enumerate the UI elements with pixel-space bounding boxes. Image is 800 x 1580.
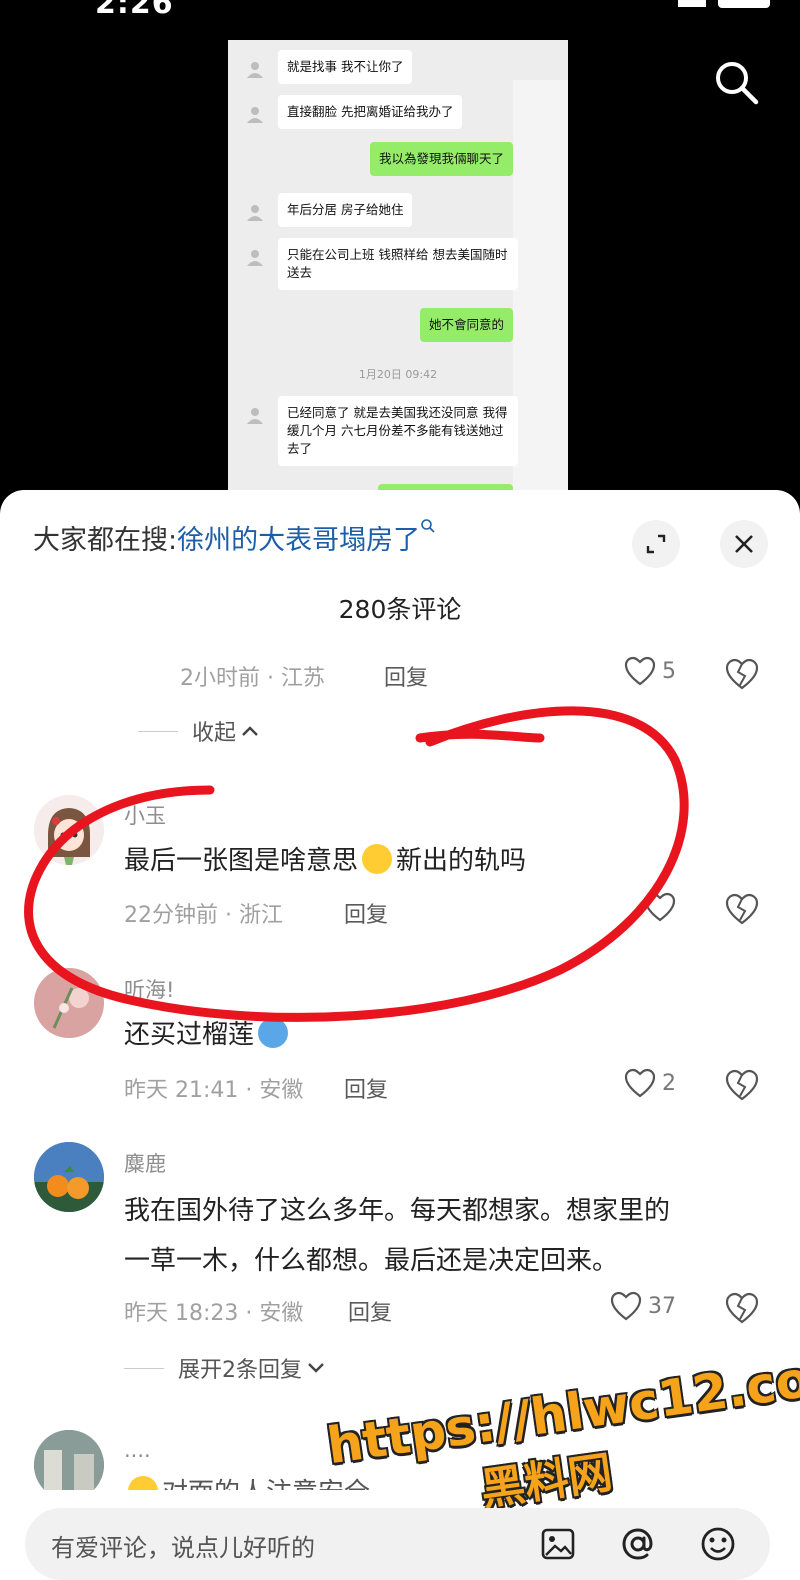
chat-message-left: 只能在公司上班 钱照样给 想去美国随时送去 (246, 238, 518, 290)
like-button[interactable]: 5 (624, 656, 676, 686)
divider (124, 1367, 164, 1369)
broken-heart-icon[interactable] (725, 1291, 759, 1325)
like-count: 2 (662, 1070, 676, 1096)
comment-input-placeholder: 有爱评论，说点儿好听的 (51, 1534, 315, 1562)
chat-bubble: 她不會同意的 (419, 308, 513, 342)
default-avatar-icon (247, 62, 263, 78)
comment-meta: 2小时前 · 江苏 (180, 666, 325, 691)
flower-avatar-image (34, 968, 104, 1038)
search-icon[interactable] (712, 58, 760, 106)
status-time: 2:26 (95, 0, 174, 21)
username[interactable]: 听海! (124, 974, 174, 1004)
image-icon[interactable] (538, 1524, 578, 1564)
like-button[interactable]: 2 (624, 1068, 676, 1098)
background-decoration (513, 80, 568, 500)
comment-text-part: 新出的轨吗 (396, 846, 527, 876)
oranges-avatar-image (34, 1142, 104, 1212)
app-screen: 2:26 就是找事 我不让你了 直接翻脸 先把离婚证给我办了 我以為發現我倆聊天… (0, 0, 800, 1580)
broken-heart-icon[interactable] (725, 892, 759, 926)
chat-message-right: 我以為發現我倆聊天了 (369, 142, 513, 176)
collapse-label: 收起 (192, 721, 237, 746)
divider (138, 730, 178, 732)
default-avatar-icon (247, 250, 263, 266)
search-small-icon (421, 519, 435, 533)
signal-icon (678, 0, 706, 7)
battery-icon (718, 0, 770, 8)
anime-girl-avatar-image (34, 795, 104, 865)
default-avatar-icon (247, 205, 263, 221)
chat-message-right: 她不會同意的 (419, 308, 513, 342)
comment-input[interactable]: 有爱评论，说点儿好听的 (25, 1508, 770, 1580)
chat-bubble: 年后分居 房子给她住 (278, 193, 413, 227)
heart-icon (624, 1068, 656, 1098)
collapse-replies[interactable]: 收起 (138, 715, 260, 747)
chat-bubble: 直接翻脸 先把离婚证给我办了 (278, 95, 463, 129)
reply-button[interactable]: 回复 (344, 1072, 388, 1104)
trending-keyword-link[interactable]: 徐州的大表哥塌房了 (177, 525, 420, 556)
comment-count: 280条评论 (338, 595, 462, 624)
avatar[interactable] (34, 795, 104, 865)
heart-icon (624, 656, 656, 686)
mention-icon[interactable] (618, 1524, 658, 1564)
chevron-up-icon (242, 726, 258, 736)
default-avatar-icon (247, 107, 263, 123)
username[interactable]: .... (124, 1438, 151, 1462)
avatar[interactable] (34, 1142, 104, 1212)
heart-icon (644, 892, 676, 922)
comment-text: 最后一张图是啥意思 新出的轨吗 (124, 836, 526, 886)
chat-message-left: 年后分居 房子给她住 (246, 193, 413, 227)
expand-button[interactable] (632, 520, 680, 568)
like-button[interactable]: 37 (610, 1291, 676, 1321)
username[interactable]: 麋鹿 (124, 1148, 166, 1178)
chat-message-left: 直接翻脸 先把离婚证给我办了 (246, 95, 463, 129)
chat-bubble: 已经同意了 就是去美国我还没同意 我得缓几个月 六七月份差不多能有钱送她过去了 (278, 396, 518, 466)
trending-search[interactable]: 大家都在搜:徐州的大表哥塌房了 (33, 518, 436, 557)
close-button[interactable] (720, 520, 768, 568)
crying-laughing-emoji-icon (362, 844, 393, 874)
expand-replies[interactable]: 展开2条回复 (124, 1352, 326, 1384)
expand-label: 展开2条回复 (178, 1358, 302, 1383)
heart-icon (610, 1291, 642, 1321)
comment-meta: 22分钟前 · 浙江 (124, 903, 283, 928)
reply-button[interactable]: 回复 (344, 897, 388, 929)
like-count: 37 (648, 1293, 676, 1319)
emoji-icon[interactable] (698, 1524, 738, 1564)
crying-emoji-icon (258, 1018, 289, 1048)
expand-icon (646, 534, 666, 554)
trending-prefix: 大家都在搜: (33, 525, 178, 556)
reply-button[interactable]: 回复 (384, 660, 428, 692)
chat-bubble: 我以為發現我倆聊天了 (369, 142, 513, 176)
chevron-down-icon (308, 1363, 324, 1373)
status-icons (678, 0, 770, 8)
comment-meta: 昨天 18:23 · 安徽 (124, 1301, 304, 1326)
chat-bubble: 就是找事 我不让你了 (278, 50, 413, 84)
chat-timestamp: 1月20日 09:42 (358, 368, 438, 381)
comment-text-part: 最后一张图是啥意思 (124, 846, 359, 876)
like-count: 5 (662, 658, 676, 684)
like-button[interactable] (644, 892, 676, 922)
close-icon (735, 535, 753, 553)
reply-button[interactable]: 回复 (348, 1295, 392, 1327)
comment-text-part: 还买过榴莲 (124, 1020, 255, 1050)
username[interactable]: 小玉 (124, 800, 166, 830)
chat-bubble: 只能在公司上班 钱照样给 想去美国随时送去 (278, 238, 518, 290)
comment-meta: 昨天 21:41 · 安徽 (124, 1078, 304, 1103)
chat-screenshot[interactable]: 就是找事 我不让你了 直接翻脸 先把离婚证给我办了 我以為發現我倆聊天了 年后分… (228, 40, 568, 500)
broken-heart-icon[interactable] (725, 1068, 759, 1102)
chat-message-left: 就是找事 我不让你了 (246, 50, 413, 84)
comment-text: 还买过榴莲 (124, 1010, 292, 1060)
default-avatar-icon (247, 408, 263, 424)
avatar[interactable] (34, 968, 104, 1038)
broken-heart-icon[interactable] (725, 657, 759, 691)
comment-text: 一草一木，什么都想。最后还是决定回来。 (124, 1246, 619, 1276)
comment-text: 我在国外待了这么多年。每天都想家。想家里的 (124, 1196, 671, 1226)
chat-message-left: 已经同意了 就是去美国我还没同意 我得缓几个月 六七月份差不多能有钱送她过去了 (246, 396, 518, 466)
